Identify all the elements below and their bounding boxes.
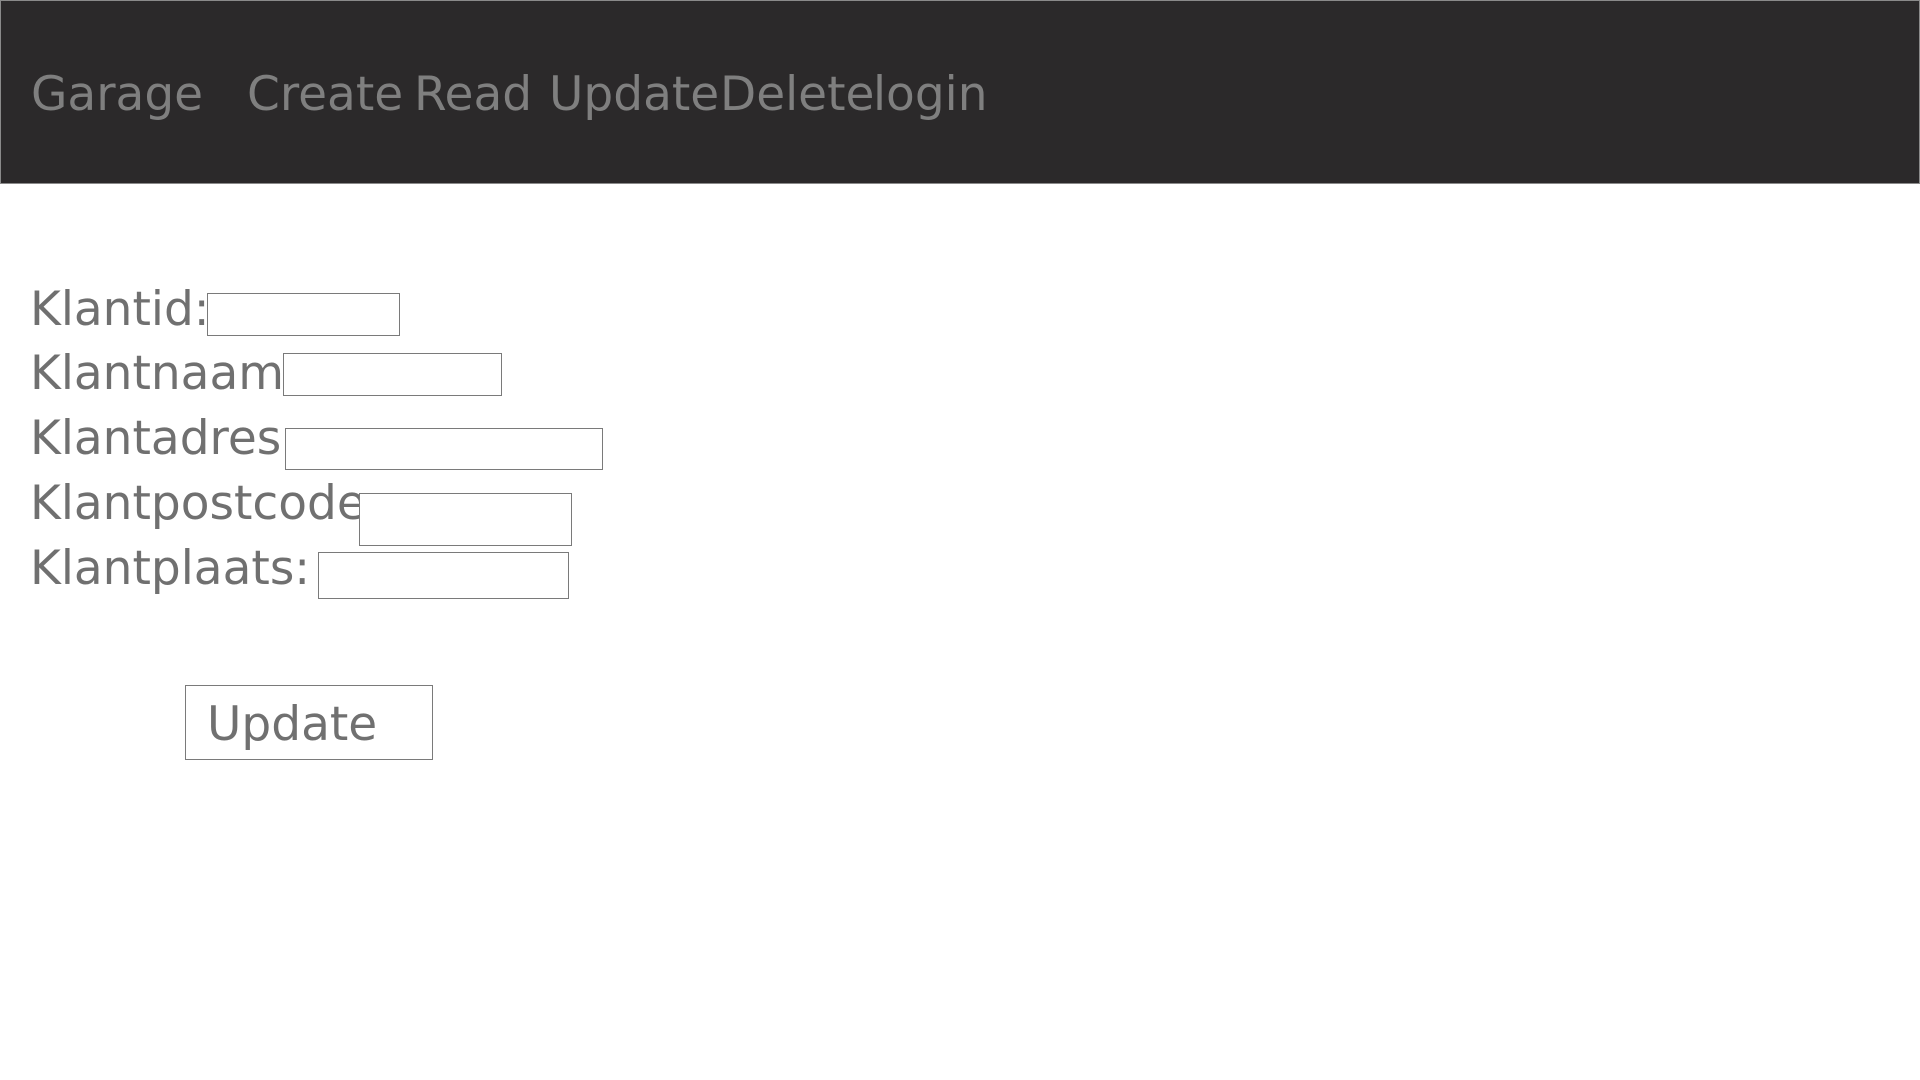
klantadres-label: Klantadres: xyxy=(30,411,298,466)
klantpostcode-input[interactable] xyxy=(359,493,572,546)
nav-link-delete[interactable]: Delete xyxy=(720,65,874,125)
klantplaats-input[interactable] xyxy=(318,552,569,599)
klantid-input[interactable] xyxy=(207,293,400,336)
klantpostcode-label: Klantpostcode: xyxy=(30,476,382,531)
nav-link-create[interactable]: Create xyxy=(247,65,403,125)
update-button[interactable]: Update xyxy=(185,685,433,760)
klantid-label: Klantid: xyxy=(30,282,210,337)
klantadres-input[interactable] xyxy=(285,428,603,470)
nav-link-update[interactable]: Update xyxy=(549,65,719,125)
nav-link-read[interactable]: Read xyxy=(414,65,532,125)
top-navbar: Garage Create Read Update Delete login xyxy=(0,0,1920,184)
klantplaats-label: Klantplaats: xyxy=(30,541,311,596)
klantnaam-label: Klantnaam: xyxy=(30,346,300,401)
nav-brand-garage[interactable]: Garage xyxy=(31,65,203,125)
nav-link-login[interactable]: login xyxy=(873,65,988,125)
klantnaam-input[interactable] xyxy=(283,353,502,396)
